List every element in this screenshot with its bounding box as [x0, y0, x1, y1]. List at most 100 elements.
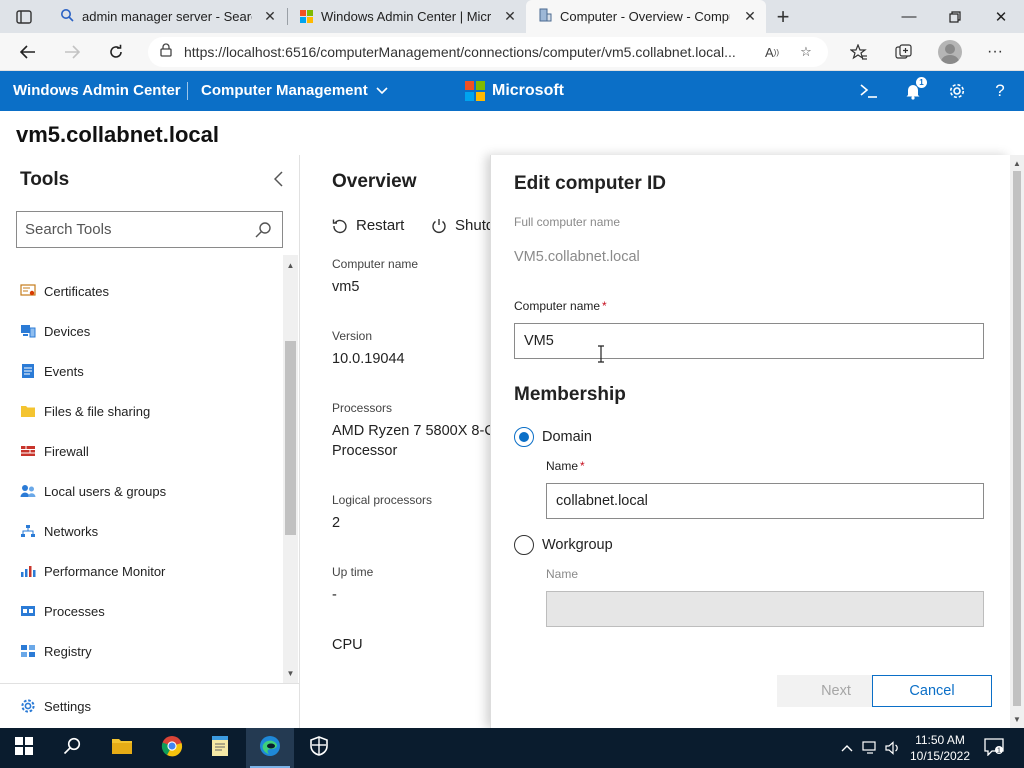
address-bar[interactable]: https://localhost:6516/computerManagemen… [148, 37, 828, 67]
property-value: - [332, 587, 337, 603]
tools-pane: Tools Certificates Devices Events Files … [0, 155, 300, 728]
tool-item-networks[interactable]: Networks [0, 511, 283, 551]
browser-tab-wac[interactable]: Windows Admin Center | Micros ✕ [288, 0, 526, 33]
tool-item-label: Processes [44, 603, 105, 619]
tool-item-firewall[interactable]: Firewall [0, 431, 283, 471]
firewall-icon [20, 443, 36, 459]
tools-list: Certificates Devices Events Files & file… [0, 255, 283, 675]
tool-item-processes[interactable]: Processes [0, 591, 283, 631]
domain-name-input-value: collabnet.local [556, 493, 648, 509]
read-aloud-icon[interactable]: A)) [762, 43, 782, 61]
scroll-up-icon[interactable]: ▲ [1013, 159, 1021, 168]
domain-name-label: Name * [546, 459, 585, 473]
close-tab-icon[interactable]: ✕ [502, 8, 518, 24]
browser-tab-overview[interactable]: Computer - Overview - Compute ✕ [526, 0, 766, 33]
scroll-up-icon[interactable]: ▲ [286, 261, 295, 270]
tool-item-performance-monitor[interactable]: Performance Monitor [0, 551, 283, 591]
tab-actions-icon[interactable] [8, 4, 40, 30]
action-center-icon[interactable]: 1 [984, 738, 1006, 758]
gear-icon[interactable] [945, 79, 969, 103]
tools-scrollbar[interactable]: ▲ ▼ [283, 255, 298, 683]
chevron-up-icon[interactable] [838, 740, 856, 756]
shutdown-label: Shutdown [455, 217, 490, 234]
scroll-thumb[interactable] [285, 341, 296, 535]
new-tab-icon[interactable]: + [770, 4, 796, 30]
workgroup-name-input[interactable] [546, 591, 984, 627]
domain-name-input[interactable]: collabnet.local [546, 483, 984, 519]
back-icon[interactable] [14, 38, 42, 66]
close-tab-icon[interactable]: ✕ [742, 8, 758, 24]
search-tools-input[interactable] [25, 221, 245, 238]
favorites-icon[interactable] [846, 40, 872, 64]
collections-icon[interactable] [891, 40, 917, 64]
taskbar-security[interactable] [295, 728, 343, 768]
scroll-down-icon[interactable]: ▼ [1013, 715, 1021, 724]
property-value: 10.0.19044 [332, 351, 405, 367]
cancel-button[interactable]: Cancel [872, 675, 992, 707]
context-label: Computer Management [201, 82, 368, 99]
computer-name-input[interactable]: VM5 [514, 323, 984, 359]
notifications-icon[interactable]: 1 [901, 77, 927, 103]
property-value: 2 [332, 515, 341, 531]
computer-name-input-value: VM5 [524, 333, 554, 349]
tool-item-files[interactable]: Files & file sharing [0, 391, 283, 431]
panel-title: Edit computer ID [514, 173, 667, 194]
tool-item-local-users[interactable]: Local users & groups [0, 471, 283, 511]
refresh-icon[interactable] [102, 38, 130, 66]
taskbar-notepad[interactable] [196, 728, 244, 768]
tool-item-label: Registry [44, 643, 92, 659]
property-processors: Processors AMD Ryzen 7 5800X 8-Core Proc… [332, 401, 490, 461]
help-icon[interactable]: ? [988, 79, 1012, 103]
system-clock[interactable]: 11:50 AM 10/15/2022 [906, 732, 974, 764]
close-window-icon[interactable]: ✕ [978, 0, 1024, 33]
tab-title: Windows Admin Center | Micros [321, 9, 491, 24]
required-marker: * [580, 459, 585, 473]
property-value: vm5 [332, 279, 360, 295]
tool-item-registry[interactable]: Registry [0, 631, 283, 671]
file-explorer-icon [111, 737, 133, 760]
radio-unselected[interactable] [514, 535, 534, 555]
tool-item-label: Files & file sharing [44, 403, 151, 419]
radio-selected[interactable] [514, 427, 534, 447]
start-button[interactable] [0, 728, 48, 768]
taskbar-search-button[interactable] [48, 728, 96, 768]
page-title: vm5.collabnet.local [16, 122, 219, 147]
chevron-left-icon[interactable] [268, 169, 288, 189]
forward-icon[interactable] [58, 38, 86, 66]
close-tab-icon[interactable]: ✕ [262, 8, 278, 24]
network-tray-icon[interactable] [861, 740, 879, 756]
scroll-thumb[interactable] [1013, 171, 1021, 706]
workgroup-radio[interactable]: Workgroup [514, 535, 613, 555]
tool-item-settings[interactable]: Settings [0, 683, 299, 728]
shutdown-button[interactable]: Shutdown [431, 217, 490, 234]
property-label: Logical processors [332, 493, 433, 507]
tab-title: Computer - Overview - Compute [560, 9, 730, 24]
taskbar-edge[interactable] [246, 728, 294, 768]
domain-radio[interactable]: Domain [514, 427, 592, 447]
restore-icon[interactable] [932, 0, 978, 33]
scroll-down-icon[interactable]: ▼ [286, 669, 295, 678]
browser-tab-search[interactable]: admin manager server - Search ✕ [48, 0, 286, 33]
users-icon [20, 483, 36, 499]
app-name[interactable]: Windows Admin Center [13, 82, 181, 99]
volume-icon[interactable] [884, 740, 902, 756]
shield-icon [310, 735, 328, 761]
tool-item-certificates[interactable]: Certificates [0, 271, 283, 311]
tool-item-events[interactable]: Events [0, 351, 283, 391]
taskbar-file-explorer[interactable] [98, 728, 146, 768]
more-options-icon[interactable]: ··· [982, 40, 1008, 64]
tool-item-devices[interactable]: Devices [0, 311, 283, 351]
panel-scrollbar[interactable]: ▲ ▼ [1010, 155, 1024, 728]
search-icon[interactable] [254, 221, 272, 239]
property-value: AMD Ryzen 7 5800X 8-Core Processor [332, 423, 490, 459]
taskbar-chrome[interactable] [148, 728, 196, 768]
search-tools-box[interactable] [16, 211, 283, 248]
restart-button[interactable]: Restart [332, 217, 404, 234]
power-icon [431, 218, 447, 234]
add-favorite-icon[interactable]: ☆ [796, 43, 816, 61]
profile-avatar[interactable] [938, 40, 962, 64]
minimize-icon[interactable]: — [886, 0, 932, 33]
lock-icon[interactable] [160, 42, 172, 62]
powershell-icon[interactable] [857, 79, 881, 103]
context-switcher[interactable]: Computer Management [201, 82, 388, 99]
